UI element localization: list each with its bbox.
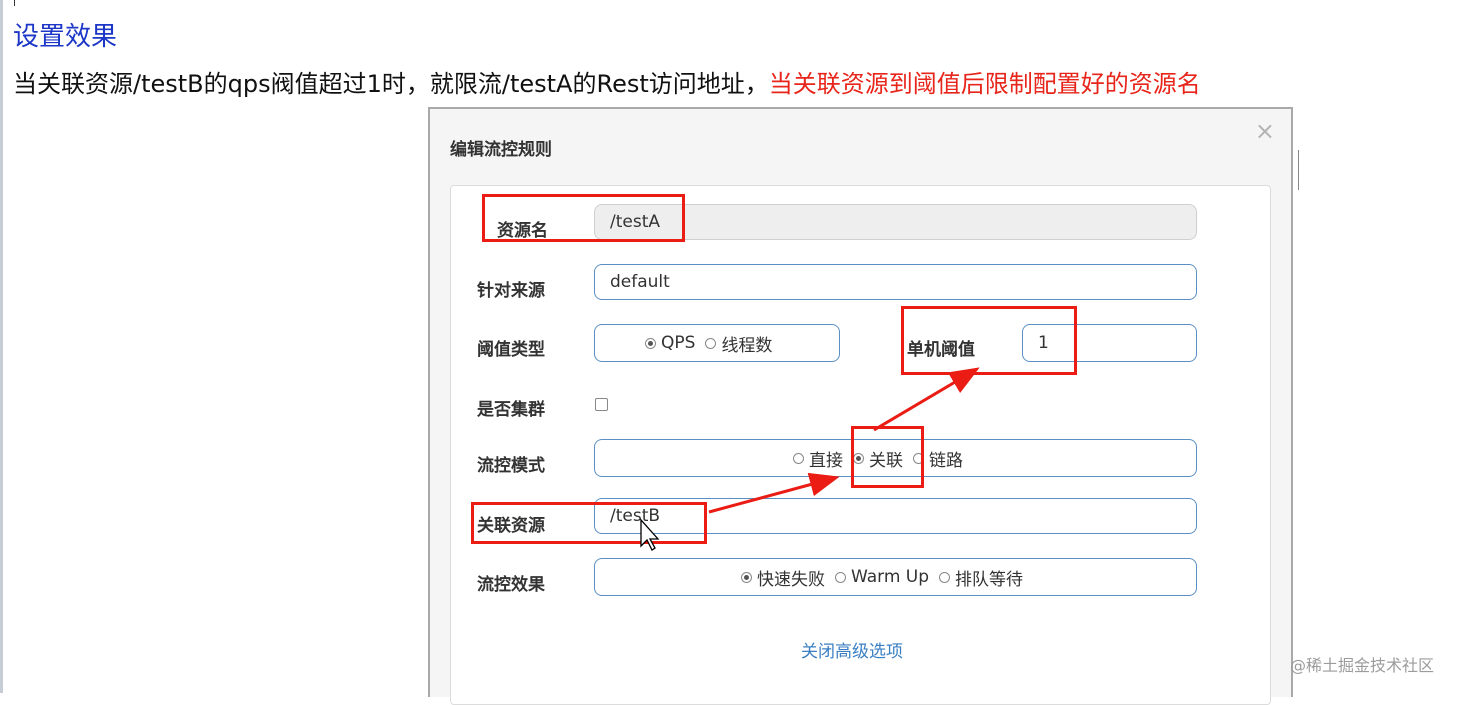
annotation-arrows: [640, 367, 980, 551]
mouse-pointer-icon: [640, 518, 660, 551]
arrow-relate-to-threshold: [873, 367, 980, 432]
watermark: @稀土掘金技术社区: [1290, 656, 1435, 675]
arrow-ref-to-relate: [708, 472, 840, 514]
